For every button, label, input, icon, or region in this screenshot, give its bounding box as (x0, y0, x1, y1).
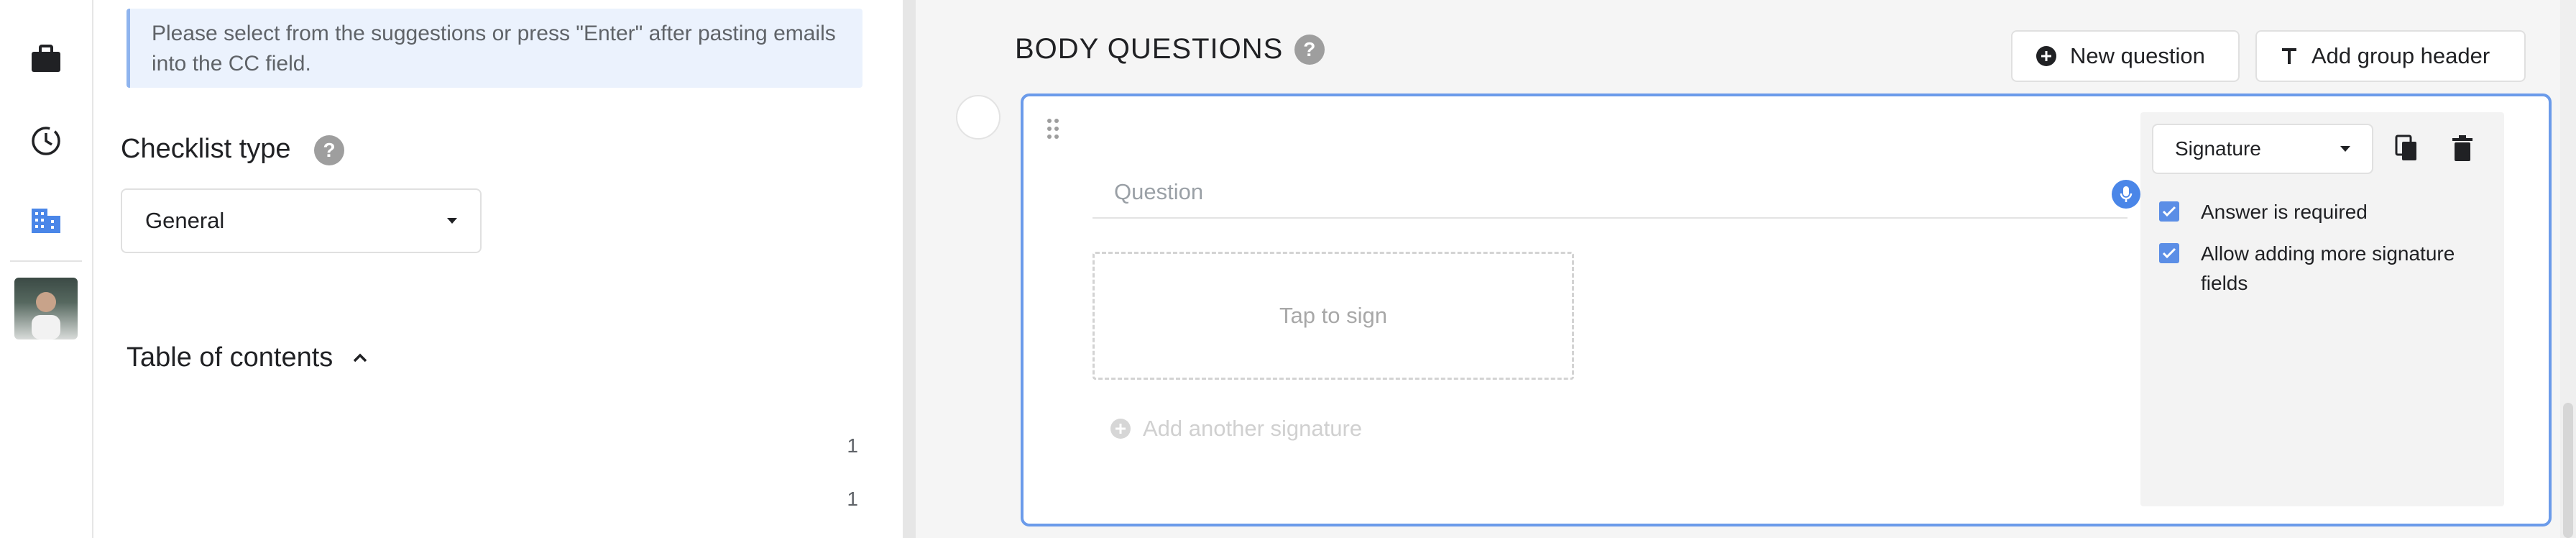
trash-icon[interactable] (2447, 132, 2478, 164)
rail-divider (10, 260, 82, 262)
toc-page-number: 1 (847, 488, 858, 510)
answer-type-select[interactable]: Signature (2152, 124, 2373, 174)
history-icon[interactable] (27, 122, 65, 160)
question-placeholder: Question (1114, 179, 1204, 204)
checklist-type-value: General (145, 208, 225, 233)
panel-divider[interactable] (903, 0, 916, 538)
question-card: Question Tap to sign Add another signatu… (1021, 94, 2552, 526)
answer-required-label: Answer is required (2201, 201, 2368, 223)
section-header: BODY QUESTIONS ? (1015, 33, 1325, 65)
user-avatar[interactable] (14, 278, 78, 339)
microphone-icon[interactable] (2112, 180, 2140, 209)
chevron-up-icon (354, 353, 367, 362)
briefcase-icon[interactable] (27, 40, 65, 78)
answer-required-checkbox[interactable] (2159, 201, 2179, 222)
add-another-signature-label: Add another signature (1143, 416, 1363, 441)
allow-more-signatures-option[interactable]: Allow adding more signature fields (2159, 239, 2475, 298)
drag-handle-icon[interactable] (1046, 118, 1059, 143)
answer-type-value: Signature (2175, 137, 2261, 160)
add-another-signature-button[interactable]: Add another signature (1110, 416, 1362, 442)
allow-more-signatures-label: Allow adding more signature fields (2201, 242, 2455, 294)
text-icon (2282, 48, 2296, 64)
checklist-type-label: Checklist type (121, 134, 291, 164)
signature-pad[interactable]: Tap to sign (1092, 252, 1574, 380)
nav-rail (0, 0, 93, 538)
help-icon[interactable]: ? (314, 134, 345, 165)
section-title: BODY QUESTIONS (1015, 33, 1284, 65)
tap-to-sign-label: Tap to sign (1279, 303, 1387, 328)
new-question-button[interactable]: New question (2011, 30, 2240, 82)
help-icon[interactable]: ? (1294, 34, 1325, 65)
scrollbar-thumb[interactable] (2563, 403, 2573, 538)
caret-down-icon (2340, 146, 2350, 152)
question-options-panel: Signature Answer is required Allow addin (2140, 112, 2504, 506)
caret-down-icon (447, 218, 457, 224)
scrollbar[interactable] (2560, 0, 2576, 538)
plus-circle-icon (1110, 419, 1131, 439)
toc-page-number: 1 (847, 434, 858, 457)
new-question-label: New question (2070, 43, 2205, 68)
add-group-header-button[interactable]: Add group header (2255, 30, 2526, 82)
answer-required-option[interactable]: Answer is required (2159, 197, 2368, 227)
body-questions-panel: BODY QUESTIONS ? New question Add group … (916, 0, 2576, 538)
plus-circle-icon (2036, 46, 2056, 66)
toc-heading: Table of contents (126, 342, 334, 373)
settings-panel: Please select from the suggestions or pr… (93, 0, 903, 538)
building-icon[interactable] (27, 201, 65, 239)
question-input[interactable]: Question (1092, 167, 2140, 219)
allow-more-signatures-checkbox[interactable] (2159, 243, 2179, 263)
add-group-header-label: Add group header (2312, 43, 2490, 68)
copy-icon[interactable] (2391, 132, 2422, 164)
question-select-toggle[interactable] (956, 95, 1000, 140)
checklist-type-heading: Checklist type ? (121, 134, 345, 165)
cc-info-banner: Please select from the suggestions or pr… (126, 9, 862, 88)
checklist-type-select[interactable]: General (121, 188, 482, 253)
toc-toggle[interactable]: Table of contents (126, 342, 369, 373)
